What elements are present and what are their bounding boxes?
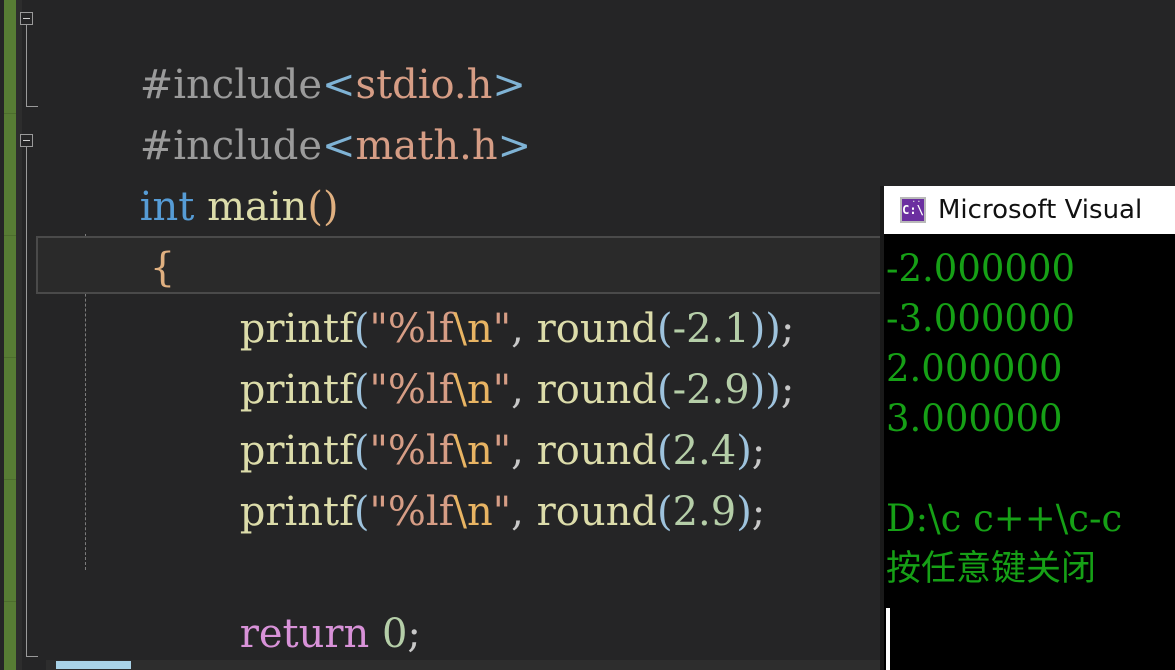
vs-code-editor-screen: #include<stdio.h> #include<math.h> int m… [0,0,1175,670]
console-output-path: D:\c c++\c-c [886,497,1123,540]
token-escape-newline: \n [453,489,493,535]
code-line[interactable]: printf("%lf\n", round(2.4); [138,360,766,474]
token-function-printf: printf [239,489,354,535]
token-number: 2.9 [672,489,737,535]
token-function-main: main [207,184,308,230]
console-output-area[interactable]: -2.000000 -3.000000 2.000000 3.000000 D:… [884,234,1175,670]
token-angle-close: > [497,123,532,169]
token-semicolon: ; [407,611,421,657]
code-line[interactable]: return 0; [138,543,421,657]
icon-dots: ·· [911,198,922,206]
token-parens: () [307,184,339,230]
console-title-bar[interactable]: ·· C:\ Microsoft Visual [884,186,1175,234]
token-number-zero: 0 [381,611,408,657]
code-line[interactable]: printf("%lf\n", round(2.9); [138,421,766,535]
console-output-line: -2.000000 [886,247,1076,290]
code-line[interactable]: #include<stdio.h> [38,0,526,108]
token-paren-open: ( [656,489,673,535]
code-line[interactable]: printf("%lf\n", round(-2.9)); [138,299,795,413]
console-output-line: 2.000000 [886,347,1063,390]
code-line[interactable]: } [48,604,175,665]
console-output-line: 3.000000 [886,397,1063,440]
console-window-title: Microsoft Visual [938,195,1143,225]
token-semicolon: ; [751,489,766,535]
console-window[interactable]: ·· C:\ Microsoft Visual -2.000000 -3.000… [884,186,1175,670]
command-prompt-icon: ·· C:\ [900,197,926,223]
token-paren-close: ) [736,489,752,535]
token-keyword-return: return [239,611,370,657]
token-string: "%lf [369,489,454,535]
token-function-round: round [536,489,657,535]
token-semicolon: ; [780,367,795,413]
token-header-name: math.h [355,123,498,169]
console-text-cursor [886,608,890,670]
code-line[interactable]: #include<math.h> [38,55,531,169]
console-output-line: -3.000000 [886,297,1076,340]
horizontal-scrollbar-thumb[interactable] [56,661,131,669]
code-line[interactable]: { [48,177,175,291]
token-string-end: " [492,489,512,535]
code-line-current[interactable]: printf("%lf\n", round(-2.1)); [138,238,795,352]
token-paren-open: ( [353,489,370,535]
token-comma: , [511,489,537,535]
console-output-prompt: 按任意键关闭 [886,549,1097,589]
code-line[interactable]: int main() [38,116,339,230]
